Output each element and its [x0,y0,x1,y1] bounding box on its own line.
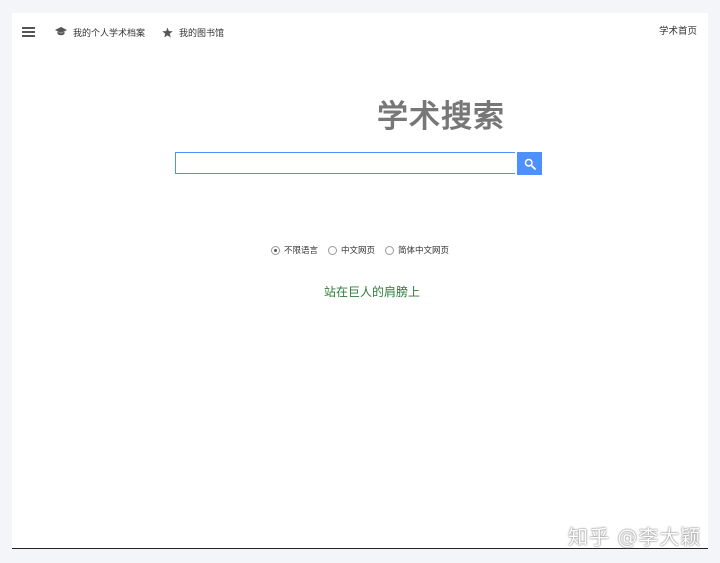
search-input[interactable] [175,152,515,174]
lang-option-label: 中文网页 [341,246,376,256]
watermark: 知乎 @李大颖 [568,525,702,549]
search-button[interactable] [517,152,542,175]
scholar-home-link[interactable]: 学术首页 [659,25,697,39]
lang-option-label: 不限语言 [284,246,319,256]
profile-link-label: 我的个人学术档案 [73,28,146,39]
search-icon [524,158,536,170]
slogan: 站在巨人的肩膀上 [323,285,420,299]
page-container: 我的个人学术档案 我的图书馆 学术首页 学术搜索 不限语言 中文网页 简体中文网… [12,13,708,548]
lang-option-label: 简体中文网页 [398,246,450,256]
language-filter: 不限语言 中文网页 简体中文网页 [271,244,459,256]
lang-option-any[interactable]: 不限语言 [271,244,318,256]
lang-option-chinese[interactable]: 中文网页 [328,244,375,256]
star-icon [161,26,173,38]
profile-link[interactable]: 我的个人学术档案 [55,25,145,39]
logo-title: 学术搜索 [377,99,505,135]
lang-option-simplified[interactable]: 简体中文网页 [385,244,449,256]
graduation-cap-icon [55,26,67,38]
library-link-label: 我的图书馆 [179,28,225,39]
library-link[interactable]: 我的图书馆 [161,25,224,39]
radio-simplified[interactable] [385,245,395,255]
radio-chinese[interactable] [328,245,338,255]
menu-icon[interactable] [22,27,35,37]
radio-any[interactable] [271,245,280,255]
